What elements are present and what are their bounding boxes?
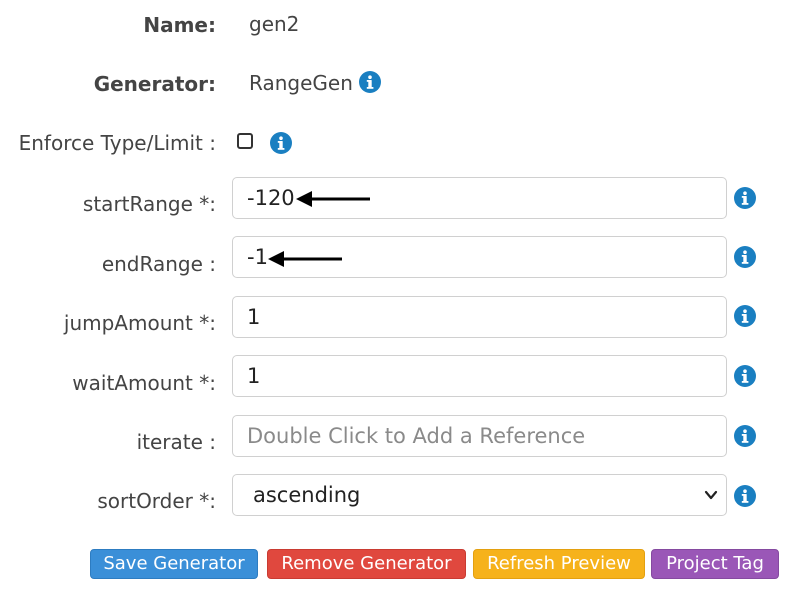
remove-generator-button[interactable]: Remove Generator <box>267 549 466 579</box>
end-range-label: endRange : <box>101 252 216 276</box>
iterate-input[interactable] <box>232 415 727 457</box>
info-icon[interactable] <box>734 485 756 507</box>
refresh-preview-button[interactable]: Refresh Preview <box>473 549 645 579</box>
arrow-annotation <box>268 251 342 267</box>
project-tag-button[interactable]: Project Tag <box>651 549 779 579</box>
enforce-checkbox[interactable] <box>237 133 253 149</box>
generator-value: RangeGen <box>249 71 353 95</box>
sort-order-select[interactable]: ascending <box>232 474 727 516</box>
info-icon[interactable] <box>734 365 756 387</box>
enforce-label: Enforce Type/Limit : <box>18 131 216 155</box>
info-icon[interactable] <box>270 132 292 154</box>
jump-amount-input[interactable] <box>232 296 727 338</box>
jump-amount-label: jumpAmount *: <box>63 311 216 335</box>
info-icon[interactable] <box>734 425 756 447</box>
generator-label: Generator: <box>93 72 216 96</box>
wait-amount-label: waitAmount *: <box>72 371 216 395</box>
info-icon[interactable] <box>734 305 756 327</box>
save-generator-button[interactable]: Save Generator <box>90 549 258 579</box>
chevron-down-icon <box>704 490 718 500</box>
start-range-label: startRange *: <box>82 192 216 216</box>
name-label: Name: <box>143 13 216 37</box>
info-icon[interactable] <box>734 187 756 209</box>
sort-order-label: sortOrder *: <box>97 489 216 513</box>
wait-amount-input[interactable] <box>232 355 727 397</box>
info-icon[interactable] <box>359 71 381 93</box>
info-icon[interactable] <box>734 246 756 268</box>
sort-order-value: ascending <box>253 483 361 507</box>
arrow-annotation <box>296 191 370 207</box>
iterate-label: iterate : <box>136 430 216 454</box>
name-value: gen2 <box>249 12 300 36</box>
